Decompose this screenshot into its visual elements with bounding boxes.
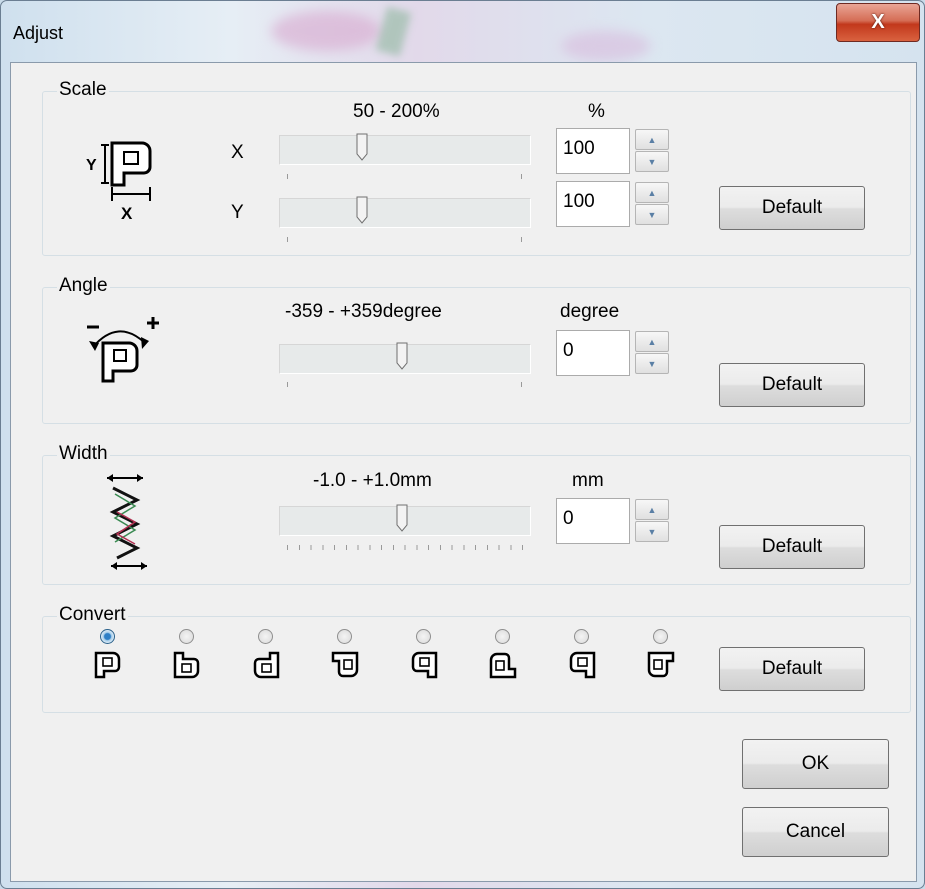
width-up-button[interactable]: ▲ xyxy=(635,499,669,520)
scale-range-label: 50 - 200% xyxy=(353,101,440,122)
scale-y-up-button[interactable]: ▲ xyxy=(635,182,669,203)
convert-radio-p-rotate-180[interactable] xyxy=(258,629,273,644)
angle-unit-label: degree xyxy=(560,301,620,322)
cancel-button[interactable]: Cancel xyxy=(742,807,889,857)
close-button[interactable]: X xyxy=(836,3,920,42)
convert-p-rotate-270-icon[interactable] xyxy=(488,650,518,680)
scale-group-label: Scale xyxy=(57,79,109,101)
scale-icon: Y X xyxy=(86,141,152,223)
convert-p-normal-icon[interactable] xyxy=(93,650,123,680)
angle-range-label: -359 - +359degree xyxy=(285,301,442,322)
dialog-client-area: Scale Y X 50 - 200% % X 100 ▲ ▼ Y 100 ▲ … xyxy=(10,62,917,882)
scale-y-input[interactable]: 100 xyxy=(556,181,630,227)
angle-down-button[interactable]: ▼ xyxy=(635,353,669,374)
width-slider-ticks xyxy=(287,545,523,550)
scale-default-button[interactable]: Default xyxy=(719,186,865,230)
convert-p-mirror-icon[interactable] xyxy=(567,650,597,680)
close-icon: X xyxy=(871,11,885,33)
scale-x-spinner[interactable]: ▲ ▼ xyxy=(635,128,671,174)
width-down-button[interactable]: ▼ xyxy=(635,521,669,542)
convert-default-button[interactable]: Default xyxy=(719,647,865,691)
convert-radio-p-rotate-270[interactable] xyxy=(495,629,510,644)
convert-p-flip-rotate-icon[interactable] xyxy=(646,650,676,680)
angle-spinner[interactable]: ▲ ▼ xyxy=(635,330,671,376)
convert-radio-p-mirror-rotate[interactable] xyxy=(416,629,431,644)
convert-p-flip-vertical-icon[interactable] xyxy=(172,650,202,680)
title-bar[interactable]: Adjust X xyxy=(1,1,924,63)
width-range-label: -1.0 - +1.0mm xyxy=(313,470,432,491)
width-slider-thumb[interactable] xyxy=(396,504,408,532)
svg-text:Y: Y xyxy=(86,157,97,174)
convert-radio-p-rotate-90[interactable] xyxy=(337,629,352,644)
window-title: Adjust xyxy=(13,23,64,43)
width-group-label: Width xyxy=(57,443,110,465)
scale-x-input[interactable]: 100 xyxy=(556,128,630,174)
scale-x-up-button[interactable]: ▲ xyxy=(635,129,669,150)
svg-text:X: X xyxy=(121,204,133,223)
convert-p-rotate-90-icon[interactable] xyxy=(330,650,360,680)
angle-group-label: Angle xyxy=(57,275,110,297)
width-unit-label: mm xyxy=(572,470,604,491)
angle-slider[interactable] xyxy=(279,342,531,374)
scale-y-slider-thumb[interactable] xyxy=(356,196,368,224)
convert-radio-p-flip-vertical[interactable] xyxy=(179,629,194,644)
angle-up-button[interactable]: ▲ xyxy=(635,331,669,352)
ok-button[interactable]: OK xyxy=(742,739,889,789)
scale-y-slider[interactable] xyxy=(279,196,531,228)
width-icon xyxy=(107,474,147,570)
convert-radio-p-normal[interactable] xyxy=(100,629,115,644)
convert-p-rotate-180-icon[interactable] xyxy=(251,650,281,680)
scale-x-slider[interactable] xyxy=(279,133,531,165)
adjust-dialog: Adjust X Scale Y X 50 - 200% % X 100 ▲ ▼… xyxy=(0,0,925,889)
scale-y-spinner[interactable]: ▲ ▼ xyxy=(635,181,671,227)
scale-x-slider-thumb[interactable] xyxy=(356,133,368,161)
angle-group: Angle -359 - +359degree degree 0 ▲ ▼ Def… xyxy=(42,275,911,424)
width-group: Width -1.0 - +1.0mm mm 0 ▲ ▼ Default xyxy=(42,443,911,585)
angle-default-button[interactable]: Default xyxy=(719,363,865,407)
width-input[interactable]: 0 xyxy=(556,498,630,544)
scale-unit-label: % xyxy=(588,101,605,122)
convert-radio-p-mirror[interactable] xyxy=(574,629,589,644)
scale-x-down-button[interactable]: ▼ xyxy=(635,151,669,172)
width-slider[interactable] xyxy=(279,504,531,536)
angle-slider-thumb[interactable] xyxy=(396,342,408,370)
convert-group-label: Convert xyxy=(57,604,128,626)
angle-icon xyxy=(87,317,159,383)
convert-radio-p-flip-rotate[interactable] xyxy=(653,629,668,644)
scale-y-label: Y xyxy=(231,202,244,223)
angle-input[interactable]: 0 xyxy=(556,330,630,376)
convert-p-mirror-rotate-icon[interactable] xyxy=(409,650,439,680)
width-spinner[interactable]: ▲ ▼ xyxy=(635,498,671,544)
scale-x-label: X xyxy=(231,142,244,163)
convert-group: Convert Default xyxy=(42,604,911,713)
scale-y-down-button[interactable]: ▼ xyxy=(635,204,669,225)
width-default-button[interactable]: Default xyxy=(719,525,865,569)
scale-group: Scale Y X 50 - 200% % X 100 ▲ ▼ Y 100 ▲ … xyxy=(42,79,911,256)
